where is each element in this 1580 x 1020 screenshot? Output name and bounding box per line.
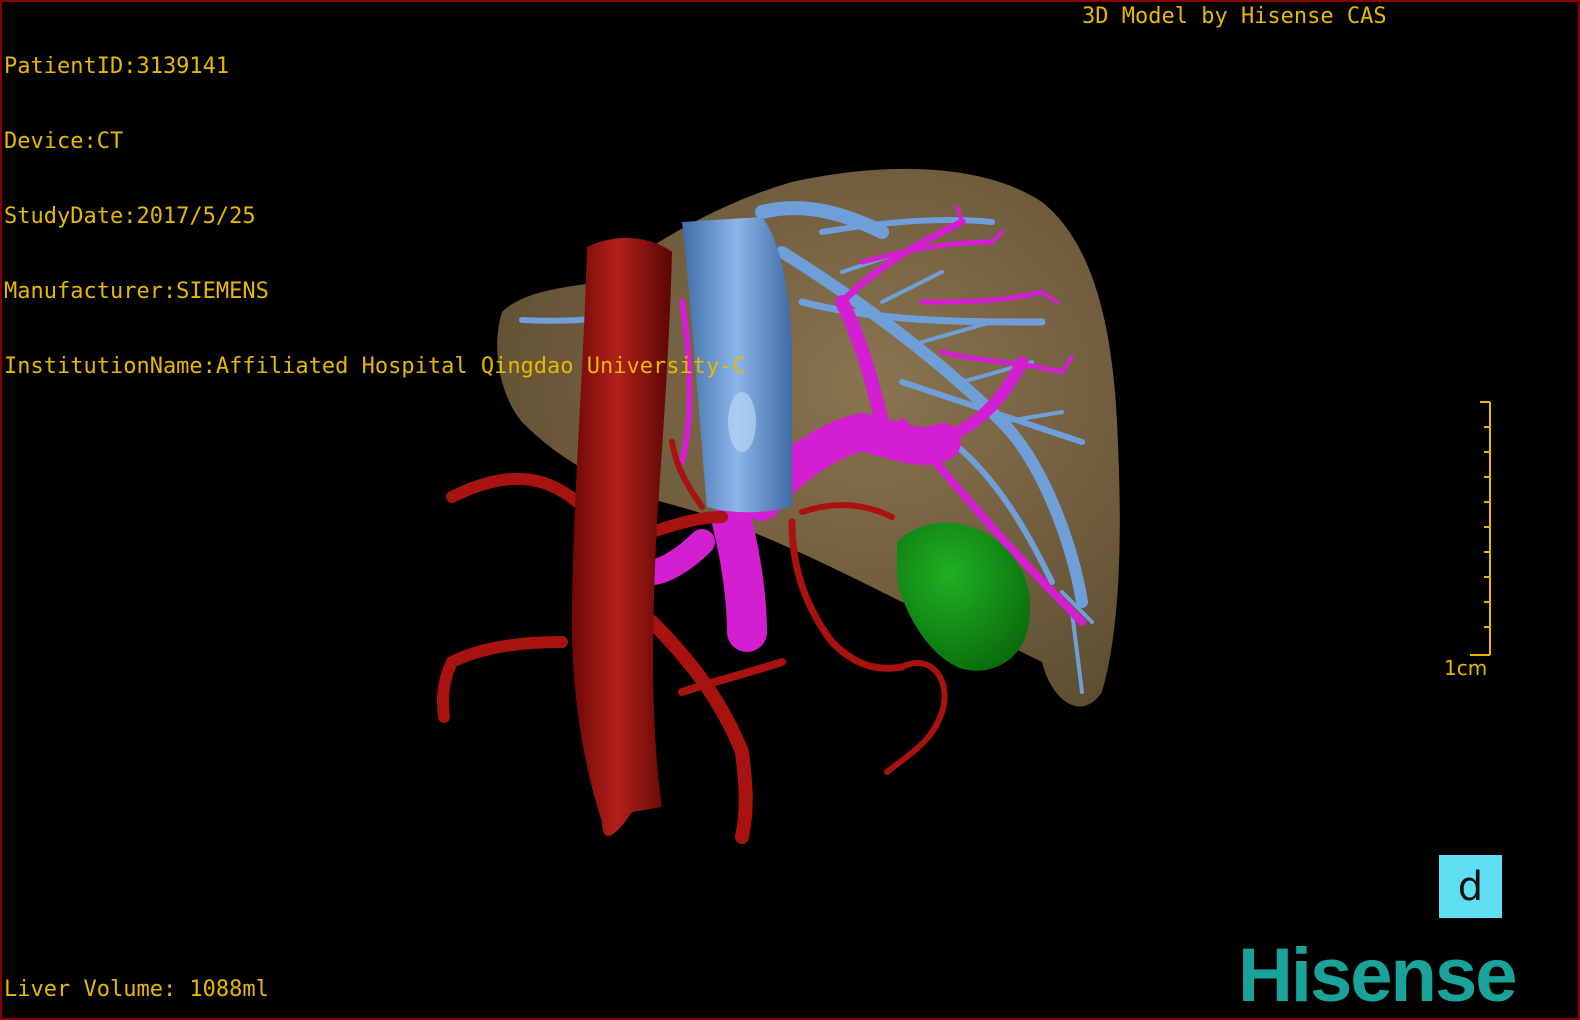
study-date: StudyDate:2017/5/25 xyxy=(4,204,256,229)
view-orientation-label: d xyxy=(1457,863,1484,910)
institution-name: InstitutionName:Affiliated Hospital Qing… xyxy=(4,354,746,379)
device: Device:CT xyxy=(4,129,124,154)
patient-id: PatientID:3139141 xyxy=(4,54,230,79)
manufacturer: Manufacturer:SIEMENS xyxy=(4,279,269,304)
model-credit: 3D Model by Hisense CAS xyxy=(1082,4,1387,29)
view-orientation-button[interactable]: d xyxy=(1439,855,1502,918)
scale-bar xyxy=(1470,401,1491,656)
viewport[interactable]: PatientID:3139141 Device:CT StudyDate:20… xyxy=(0,0,1580,1020)
study-metadata: PatientID:3139141 Device:CT StudyDate:20… xyxy=(4,4,746,429)
hisense-logo: Hisense xyxy=(1238,933,1517,1018)
liver-volume: Liver Volume: 1088ml xyxy=(4,977,269,1002)
scale-label: 1cm xyxy=(1444,656,1488,680)
